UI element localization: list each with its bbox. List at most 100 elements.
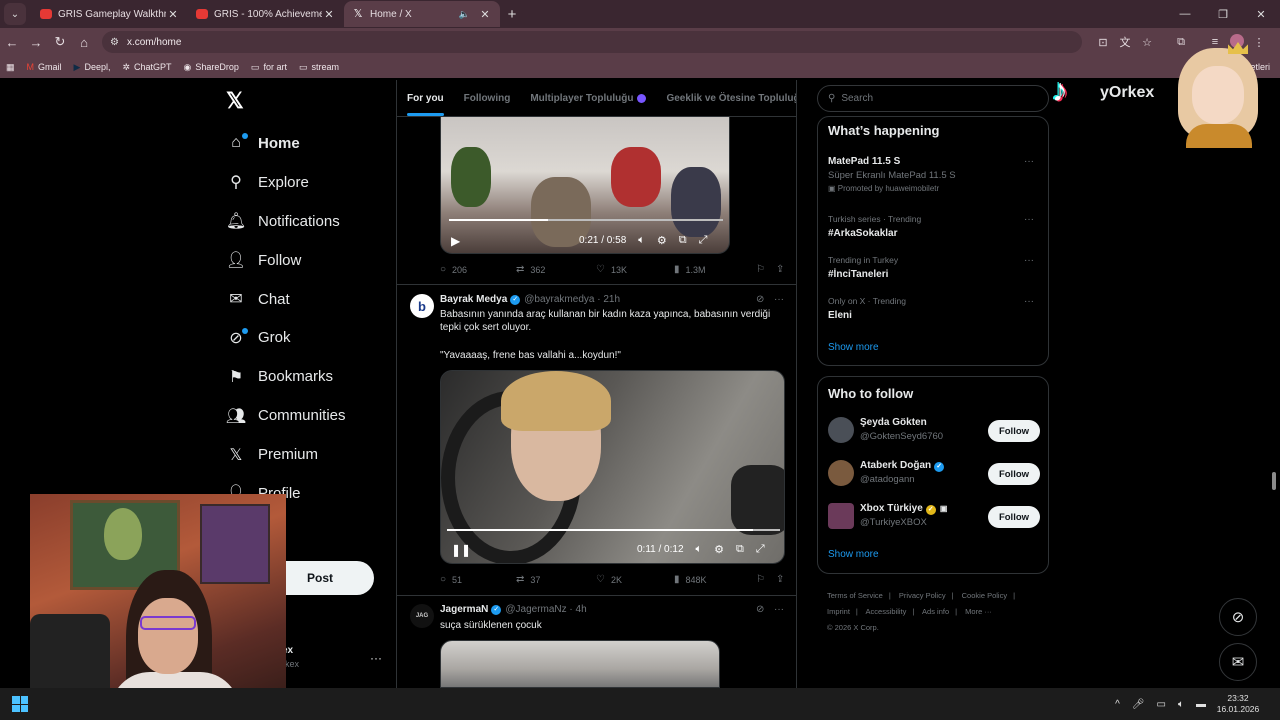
apps-icon[interactable]: ▦ xyxy=(6,62,15,73)
reply-button[interactable]: ○ 51 xyxy=(440,574,516,585)
pip-icon[interactable]: ⧉ xyxy=(679,234,687,247)
tab-search-button[interactable]: ⌄ xyxy=(4,3,26,25)
grok-icon[interactable]: ⊘ xyxy=(756,604,764,615)
tweet-video[interactable] xyxy=(440,640,720,688)
back-button[interactable]: ← xyxy=(0,35,24,50)
bookmark-stream[interactable]: ▭ stream xyxy=(299,62,339,73)
more-icon[interactable]: ··· xyxy=(1024,214,1034,225)
nav-explore[interactable]: ⚲ Explore xyxy=(226,163,346,202)
trend-item[interactable]: Trending in Turkey #İnciTaneleri ··· xyxy=(828,255,1040,280)
video-progress[interactable] xyxy=(449,219,723,221)
bookmark-deepl[interactable]: ▶ Deepl, xyxy=(74,62,111,73)
repost-button[interactable]: ⇄ 362 xyxy=(516,264,596,275)
trend-item[interactable]: MatePad 11.5 S Süper Ekranlı MatePad 11.… xyxy=(828,156,1040,193)
tab-geeklik-community[interactable]: Geeklik ve Ötesine Topluluğu xyxy=(656,80,796,116)
trend-item[interactable]: Turkish series · Trending #ArkaSokaklar … xyxy=(828,214,1040,239)
play-icon[interactable]: ▶ xyxy=(451,234,460,248)
show-more-link[interactable]: Show more xyxy=(828,549,879,560)
footer-link[interactable]: Terms of Service xyxy=(827,591,883,600)
repost-button[interactable]: ⇄ 37 xyxy=(516,574,596,585)
fullscreen-icon[interactable]: ⤢ xyxy=(699,234,708,247)
bookmark-gmail[interactable]: M Gmail xyxy=(27,62,62,72)
reply-button[interactable]: ○ 206 xyxy=(440,264,516,275)
views-button[interactable]: ▮ 848K xyxy=(674,574,756,585)
settings-icon[interactable]: ⚙ xyxy=(657,234,667,247)
close-icon[interactable]: ✕ xyxy=(478,8,492,21)
bookmark-button[interactable]: ⚐ xyxy=(756,574,776,585)
tab-multiplayer-community[interactable]: Multiplayer Topluluğu xyxy=(520,80,656,116)
bookmark-button[interactable]: ⚐ xyxy=(756,264,776,275)
author-name[interactable]: Bayrak Medya xyxy=(440,294,507,305)
more-icon[interactable]: ··· xyxy=(1024,296,1034,307)
share-button[interactable]: ⇪ xyxy=(776,264,790,275)
system-clock[interactable]: 23:32 16.01.2026 xyxy=(1208,693,1268,715)
nav-home[interactable]: ⌂ Home xyxy=(226,124,346,163)
pause-icon[interactable]: ❚❚ xyxy=(451,543,471,557)
views-button[interactable]: ▮ 1.3M xyxy=(674,264,756,275)
nav-premium[interactable]: 𝕏 Premium xyxy=(226,435,346,474)
footer-link[interactable]: Imprint xyxy=(827,607,850,616)
microphone-icon[interactable]: 🎤︎ xyxy=(1132,699,1145,710)
trend-item[interactable]: Only on X · Trending Eleni ··· xyxy=(828,296,1040,321)
translate-icon[interactable]: 文 xyxy=(1114,34,1136,50)
more-icon[interactable]: ··· xyxy=(774,604,784,615)
footer-link[interactable]: Cookie Policy xyxy=(962,591,1007,600)
video-progress[interactable] xyxy=(447,529,780,531)
follow-button[interactable]: Follow xyxy=(988,420,1040,442)
browser-tab-1[interactable]: GRIS Gameplay Walkthrough P... ✕ xyxy=(32,1,188,27)
nav-grok[interactable]: ⊘ Grok xyxy=(226,318,346,357)
minimize-button[interactable]: — xyxy=(1166,8,1204,20)
follow-suggestion[interactable]: Ataberk Doğan ✓ @atadogann Follow xyxy=(828,460,1040,490)
reload-button[interactable]: ↻ xyxy=(48,34,72,50)
more-icon[interactable]: ··· xyxy=(774,294,784,305)
pip-icon[interactable]: ⧉ xyxy=(736,543,744,556)
speaker-icon[interactable]: 🔈 xyxy=(459,9,470,20)
new-tab-button[interactable]: + xyxy=(500,6,524,23)
close-icon[interactable]: ✕ xyxy=(166,8,180,21)
follow-button[interactable]: Follow xyxy=(988,506,1040,528)
battery-icon[interactable]: ▬ xyxy=(1196,699,1206,710)
grok-icon[interactable]: ⊘ xyxy=(756,294,764,305)
site-info-icon[interactable]: ⚙ xyxy=(110,37,119,48)
bookmark-chatgpt[interactable]: ✲ ChatGPT xyxy=(122,62,171,73)
search-input[interactable]: ⚲ Search xyxy=(817,85,1049,112)
forward-button[interactable]: → xyxy=(24,35,48,50)
volume-icon[interactable]: 🔈︎ xyxy=(638,234,645,247)
avatar[interactable]: b xyxy=(410,294,434,318)
nav-communities[interactable]: 👥︎ Communities xyxy=(226,396,346,435)
share-button[interactable]: ⇪ xyxy=(776,574,790,585)
tweet-video[interactable]: ▶ 0:21 / 0:58 🔈︎ ⚙ ⧉ ⤢ xyxy=(440,116,730,254)
star-icon[interactable]: ☆ xyxy=(1136,36,1158,49)
url-bar[interactable]: ⚙ x.com/home xyxy=(102,31,1082,53)
tab-for-you[interactable]: For you xyxy=(397,80,454,116)
volume-icon[interactable]: 🔈︎ xyxy=(696,543,703,556)
x-logo-icon[interactable]: 𝕏 xyxy=(226,88,244,114)
nav-follow[interactable]: 👤︎ Follow xyxy=(226,241,346,280)
like-button[interactable]: ♡ 13K xyxy=(596,264,674,275)
network-icon[interactable]: ▭ xyxy=(1157,699,1166,710)
scrollbar[interactable] xyxy=(1272,472,1276,490)
like-button[interactable]: ♡ 2K xyxy=(596,574,674,585)
footer-link[interactable]: Privacy Policy xyxy=(899,591,946,600)
close-icon[interactable]: ✕ xyxy=(322,8,336,21)
author-handle[interactable]: @JagermaNz · 4h xyxy=(505,604,586,615)
close-window-button[interactable]: ✕ xyxy=(1242,8,1280,21)
browser-tab-3[interactable]: 𝕏 Home / X 🔈 ✕ xyxy=(344,1,500,27)
follow-button[interactable]: Follow xyxy=(988,463,1040,485)
tab-following[interactable]: Following xyxy=(454,80,521,116)
author-name[interactable]: JagermaN xyxy=(440,604,488,615)
fullscreen-icon[interactable]: ⤢ xyxy=(756,543,765,556)
follow-suggestion[interactable]: Xbox Türkiye ✓ ▣ @TurkiyeXBOX Follow xyxy=(828,503,1040,533)
more-icon[interactable]: ··· xyxy=(1024,255,1034,266)
follow-suggestion[interactable]: Şeyda Gökten @GoktenSeyd6760 Follow xyxy=(828,417,1040,447)
footer-link[interactable]: Accessibility xyxy=(866,607,907,616)
nav-bookmarks[interactable]: ⚑ Bookmarks xyxy=(226,357,346,396)
bookmark-sharedrop[interactable]: ◉ ShareDrop xyxy=(184,62,239,73)
grok-fab[interactable]: ⊘ xyxy=(1219,598,1257,636)
home-button[interactable]: ⌂ xyxy=(72,35,96,50)
tweet-video[interactable]: ❚❚ 0:11 / 0:12 🔈︎ ⚙ ⧉ ⤢ xyxy=(440,370,785,564)
footer-link[interactable]: More ··· xyxy=(965,607,992,616)
volume-icon[interactable]: 🔈︎ xyxy=(1178,699,1184,710)
messages-fab[interactable]: ✉ xyxy=(1219,643,1257,681)
show-more-link[interactable]: Show more xyxy=(828,342,879,353)
